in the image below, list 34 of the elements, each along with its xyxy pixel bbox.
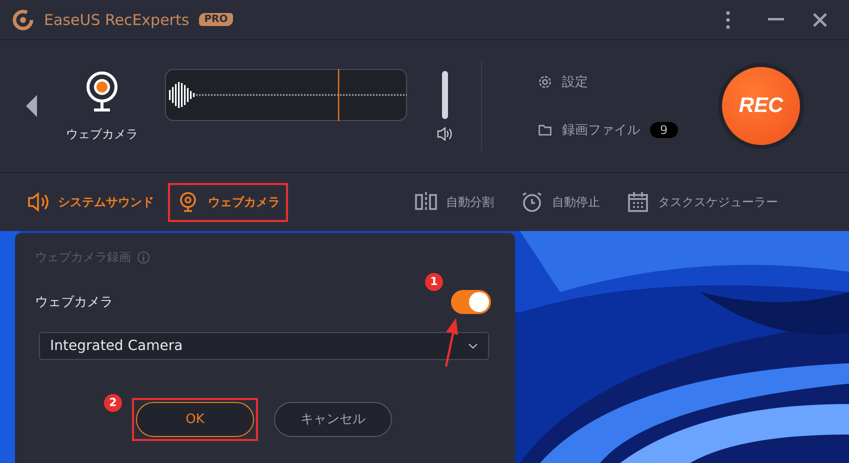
ok-button[interactable]: OK [136, 402, 254, 437]
chevron-down-icon [468, 342, 478, 349]
minimize-icon[interactable] [768, 18, 784, 22]
settings-icon [538, 75, 552, 90]
speaker-icon [437, 127, 453, 142]
previous-button[interactable] [24, 94, 40, 118]
pointer-arrow [442, 316, 460, 367]
webcam-toggle[interactable] [451, 290, 491, 314]
toolbar-tab[interactable]: 自動停止 [512, 182, 608, 222]
toolbar-tab[interactable]: 自動分割 [406, 182, 502, 222]
alarm-clock-icon [520, 190, 544, 214]
camera-select[interactable]: Integrated Camera [39, 332, 489, 360]
source-label: ウェブカメラ [66, 126, 138, 143]
webcam-label: ウェブカメラ [35, 294, 113, 311]
step-badge: 2 [104, 394, 122, 412]
volume-slider[interactable] [442, 71, 448, 120]
step-badge: 1 [425, 272, 443, 291]
record-button[interactable]: REC [722, 67, 800, 146]
window-title: EaseUS RecExperts [44, 10, 190, 29]
app-logo-icon [12, 8, 34, 31]
cancel-button[interactable]: キャンセル [274, 402, 392, 437]
pro-badge: PRO [199, 13, 233, 26]
toolbar-tab[interactable]: システムサウンド [18, 182, 162, 222]
toolbar-tab[interactable]: ウェブカメラ [168, 182, 288, 222]
folder-icon [538, 123, 552, 138]
info-icon [137, 250, 150, 264]
close-icon[interactable] [813, 12, 827, 27]
calendar-icon [626, 190, 650, 214]
speaker-icon [26, 190, 50, 214]
more-options-icon[interactable] [726, 10, 730, 29]
file-count: 9 [650, 122, 678, 138]
toolbar-tab[interactable]: タスクスケジューラー [618, 182, 786, 222]
settings-link[interactable]: 設定 [538, 73, 718, 92]
recordings-link[interactable]: 録画ファイル 9 [538, 121, 718, 140]
